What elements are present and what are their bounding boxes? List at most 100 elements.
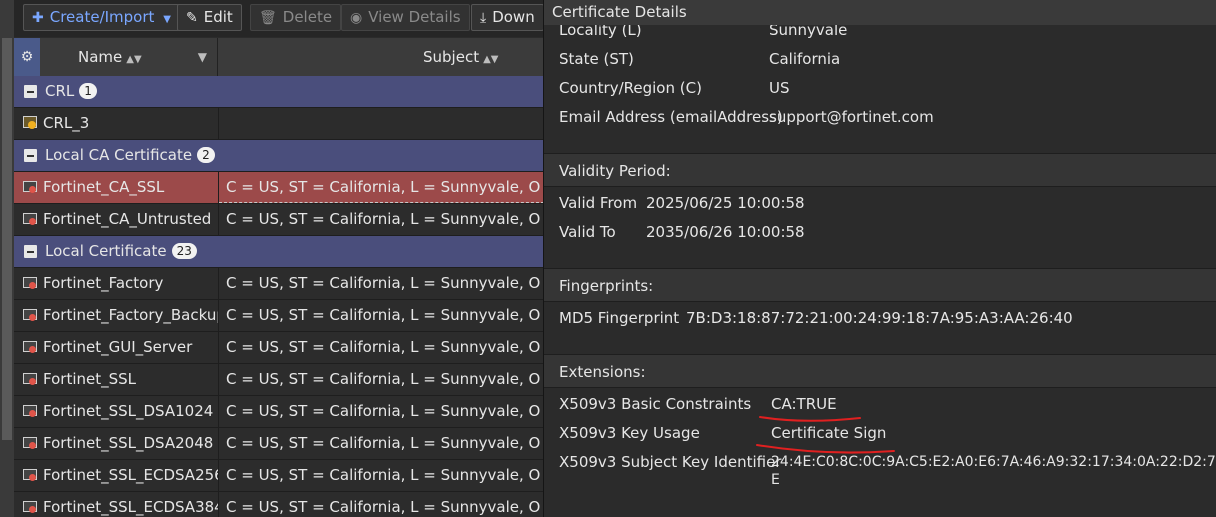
column-settings-button[interactable]: ⚙ [14,38,40,76]
certificate-icon [23,181,37,193]
row-subject [219,108,544,139]
key-usage-label: X509v3 Key Usage [559,424,700,442]
column-header-subject[interactable]: Subject ▲▼ [219,38,544,76]
row-name: Fortinet_CA_Untrusted [43,210,212,228]
md5-value: 7B:D3:18:87:72:21:00:24:99:18:7A:95:A3:A… [686,309,1073,327]
edit-label: Edit [203,8,233,26]
trash-icon: 🗑 [259,10,277,26]
table-row[interactable]: CRL_3 [14,108,544,140]
table-row[interactable]: Fortinet_SSL_DSA1024 C = US, ST = Califo… [14,396,544,428]
detail-label: State (ST) [559,50,634,68]
panel-title: Certificate Details [544,0,1216,25]
key-usage-value: Certificate Sign [771,424,887,442]
valid-from-label: Valid From [559,194,638,212]
row-name: Fortinet_SSL_DSA1024 [43,402,214,420]
row-name: Fortinet_GUI_Server [43,338,193,356]
row-subject: C = US, ST = California, L = Sunnyvale, … [226,274,544,292]
row-subject: C = US, ST = California, L = Sunnyvale, … [226,306,544,324]
group-row-local-certificate[interactable]: Local Certificate 23 [14,236,544,268]
collapse-icon[interactable] [24,149,37,162]
detail-value: US [769,79,790,97]
view-details-label: View Details [368,8,461,26]
certificate-icon [23,277,37,289]
section-heading-fingerprints: Fingerprints: [544,268,1216,302]
certificate-details-panel: Locality (L) Sunnyvale Certificate Detai… [543,0,1216,517]
certificate-icon [23,437,37,449]
download-label: Down [492,8,535,26]
table-row[interactable]: Fortinet_GUI_Server C = US, ST = Califor… [14,332,544,364]
row-name: Fortinet_SSL [43,370,137,388]
eye-icon: ◉ [350,10,363,26]
table-row[interactable]: Fortinet_CA_Untrusted C = US, ST = Calif… [14,204,544,236]
count-badge: 2 [197,147,215,163]
md5-label: MD5 Fingerprint [559,309,680,327]
row-name: Fortinet_SSL_DSA2048 [43,434,214,452]
detail-label: Country/Region (C) [559,79,702,97]
row-subject: C = US, ST = California, L = Sunnyvale, … [226,210,544,228]
certificate-icon [23,373,37,385]
left-scrollbar[interactable] [0,0,14,517]
crl-icon [23,116,37,129]
group-row-local-ca[interactable]: Local CA Certificate 2 [14,140,544,172]
row-subject: C = US, ST = California, L = Sunnyvale, … [226,434,544,452]
download-icon: ⤓ [480,10,487,26]
detail-label: Email Address (emailAddress) [559,108,783,126]
filter-icon[interactable]: ▼ [198,38,207,76]
count-badge: 1 [79,83,97,99]
group-label: Local CA Certificate [45,146,193,164]
table-row[interactable]: Fortinet_SSL_DSA2048 C = US, ST = Califo… [14,428,544,460]
basic-constraints-label: X509v3 Basic Constraints [559,395,752,413]
column-header-name-label: Name [78,48,123,66]
certificate-icon [23,501,37,513]
table-row[interactable]: Fortinet_SSL_ECDSA256 C = US, ST = Calif… [14,460,544,492]
download-button[interactable]: ⤓ Down [471,4,544,31]
plus-icon: ✚ [32,10,44,26]
view-details-button[interactable]: ◉ View Details [341,4,470,31]
create-import-button[interactable]: ✚ Create/Import ▼ [23,4,180,31]
collapse-icon[interactable] [24,85,37,98]
delete-label: Delete [282,8,333,26]
row-name: Fortinet_Factory [43,274,164,292]
pencil-icon: ✎ [186,10,198,26]
certificate-icon [23,405,37,417]
row-subject: C = US, ST = California, L = Sunnyvale, … [226,466,544,484]
delete-button[interactable]: 🗑 Delete [250,4,342,31]
edit-button[interactable]: ✎ Edit [177,4,242,31]
table-row-selected[interactable]: Fortinet_CA_SSL C = US, ST = California,… [14,172,544,204]
ski-value-line1: 24:4E:C0:8C:0C:9A:C5:E2:A0:E6:7A:46:A9:3… [771,454,1216,470]
column-header-subject-label: Subject [423,48,480,66]
sort-icon: ▲▼ [126,54,142,65]
valid-to-label: Valid To [559,223,616,241]
row-subject: C = US, ST = California, L = Sunnyvale, … [226,402,544,420]
basic-constraints-value: CA:TRUE [771,395,837,413]
group-label: CRL [45,82,75,100]
row-name: Fortinet_Factory_Backup [43,306,219,324]
section-heading-validity: Validity Period: [544,153,1216,187]
row-subject: C = US, ST = California, L = Sunnyvale, … [226,338,544,356]
row-name: Fortinet_SSL_ECDSA256 [43,466,219,484]
valid-from-value: 2025/06/25 10:00:58 [646,194,805,212]
certificate-table: ⚙ Name ▲▼ ▼ Subject ▲▼ CRL 1 CRL_3 Local CA… [14,38,544,517]
group-row-crl[interactable]: CRL 1 [14,76,544,108]
create-import-label: Create/Import [49,8,155,26]
left-scrollbar-thumb[interactable] [2,38,12,440]
toolbar: ✚ Create/Import ▼ ✎ Edit 🗑 Delete ◉ View Det… [14,0,544,37]
column-header-name[interactable]: Name ▲▼ ▼ [40,38,218,76]
valid-to-value: 2035/06/26 10:00:58 [646,223,805,241]
table-row[interactable]: Fortinet_Factory_Backup C = US, ST = Cal… [14,300,544,332]
row-name: CRL_3 [43,114,90,132]
table-row[interactable]: Fortinet_Factory C = US, ST = California… [14,268,544,300]
detail-value: California [769,50,841,68]
ski-label: X509v3 Subject Key Identifier [559,453,782,471]
gear-icon: ⚙ [20,49,34,65]
count-badge: 23 [171,243,197,259]
table-row[interactable]: Fortinet_SSL_ECDSA384 C = US, ST = Calif… [14,492,544,517]
row-name: Fortinet_SSL_ECDSA384 [43,498,219,516]
sort-icon: ▲▼ [483,54,499,65]
certificate-icon [23,469,37,481]
table-row[interactable]: Fortinet_SSL C = US, ST = California, L … [14,364,544,396]
collapse-icon[interactable] [24,245,37,258]
section-heading-extensions: Extensions: [544,354,1216,388]
underline-basic-constraints [759,416,861,422]
table-header: ⚙ Name ▲▼ ▼ Subject ▲▼ [14,38,544,77]
